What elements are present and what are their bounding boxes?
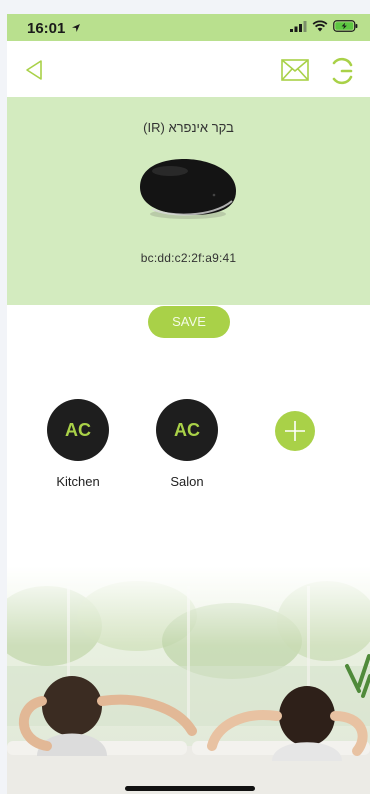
status-indicators	[290, 20, 358, 32]
remotes-list: AC Kitchen AC Salon	[7, 399, 370, 499]
home-indicator	[125, 786, 255, 791]
mail-icon[interactable]	[281, 59, 309, 81]
plus-icon	[285, 421, 305, 441]
wifi-icon	[312, 20, 328, 32]
remote-kitchen-button[interactable]: AC	[47, 399, 109, 461]
remote-salon-button[interactable]: AC	[156, 399, 218, 461]
add-remote-button[interactable]	[275, 411, 315, 451]
device-mac-address: bc:dd:c2:2f:a9:41	[140, 251, 237, 265]
status-time: 16:01	[27, 20, 66, 37]
nav-bar	[7, 41, 370, 97]
device-panel: בקר אינפרא (IR) bc:dd:c2:2f:a9:41	[7, 97, 370, 305]
battery-charging-icon	[333, 20, 358, 32]
device-name: בקר אינפרא (IR)	[143, 120, 234, 135]
couple-relaxing-hero-image	[7, 566, 370, 794]
cellular-signal-icon	[290, 20, 307, 32]
remote-kitchen-label: Kitchen	[56, 474, 100, 489]
app-screen: 16:01 בקר אינפרא (IR) bc:dd:c2:2f:a9:41 …	[7, 14, 370, 794]
ir-controller-device-image	[140, 159, 236, 219]
power-icon[interactable]	[329, 57, 355, 85]
remote-salon-label: Salon	[170, 474, 204, 489]
status-bar: 16:01	[7, 14, 370, 41]
location-arrow-icon	[72, 24, 80, 32]
save-button[interactable]: SAVE	[148, 306, 230, 338]
back-arrow-icon[interactable]	[23, 58, 47, 82]
